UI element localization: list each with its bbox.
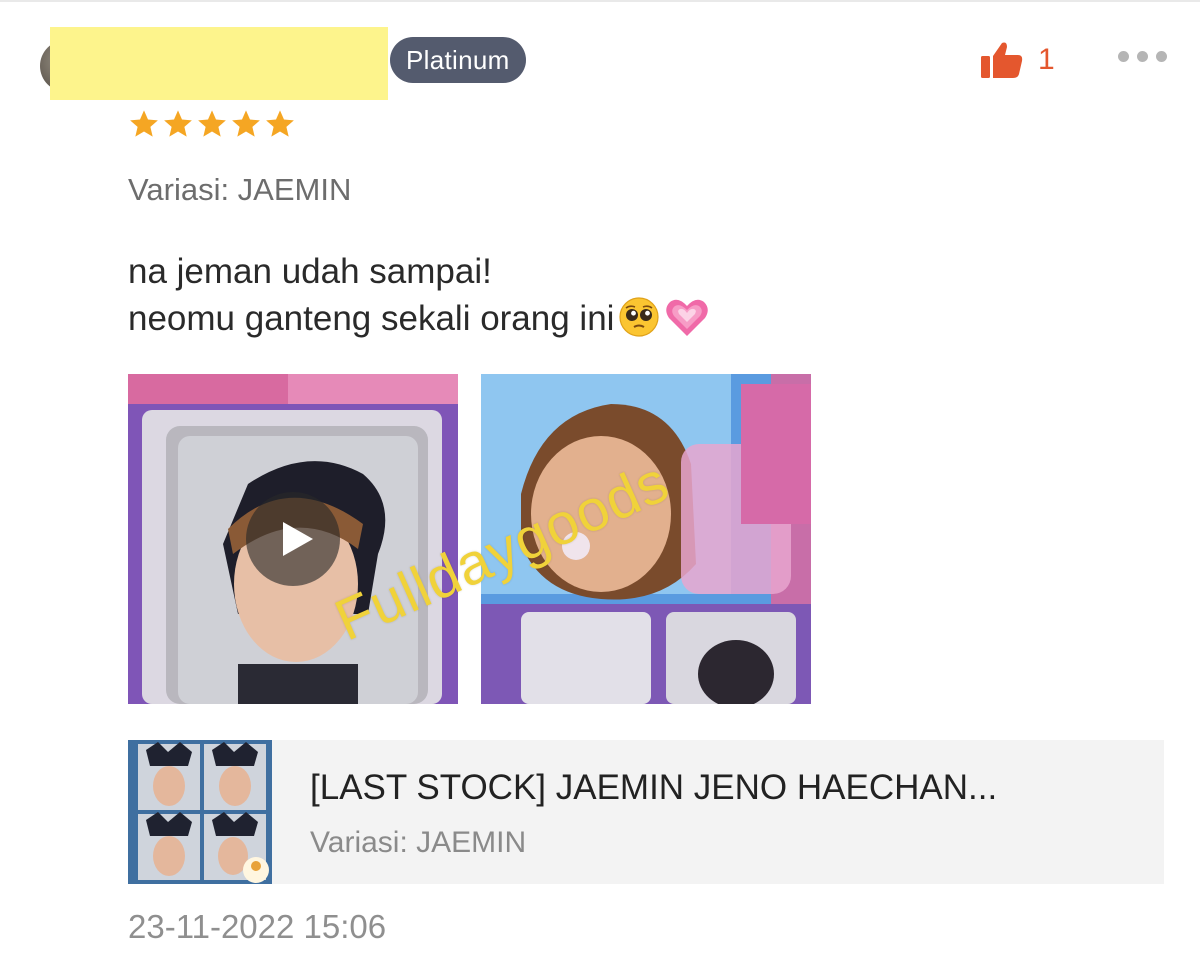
star-icon — [130, 110, 158, 137]
product-title[interactable]: [LAST STOCK] JAEMIN JENO HAECHAN... — [310, 768, 997, 808]
like-count: 1 — [1038, 43, 1055, 76]
more-icon[interactable] — [1118, 51, 1167, 62]
review-text: na jeman udah sampai! neomu ganteng seka… — [128, 248, 710, 350]
star-icon — [164, 110, 192, 137]
username-redacted — [50, 27, 388, 100]
star-icon — [266, 110, 294, 137]
product-thumbnail — [128, 740, 272, 884]
review-variant: Variasi: JAEMIN — [128, 172, 352, 207]
review-timestamp: 23-11-2022 15:06 — [128, 908, 387, 945]
top-divider — [0, 0, 1200, 2]
rating-stars — [128, 108, 296, 140]
growing-heart-emoji — [664, 296, 710, 350]
product-variant: Variasi: JAEMIN — [310, 826, 527, 859]
review-text-line: neomu ganteng sekali orang ini — [128, 295, 710, 350]
review-video-thumbnail[interactable] — [128, 374, 458, 704]
thumbs-up-icon — [981, 42, 1023, 78]
review-text-line: na jeman udah sampai! — [128, 252, 492, 291]
product-card[interactable]: [LAST STOCK] JAEMIN JENO HAECHAN... Vari… — [128, 740, 1164, 884]
pleading-face-emoji — [618, 296, 660, 350]
membership-badge: Platinum — [390, 37, 526, 83]
like-button[interactable]: 1 — [980, 38, 1055, 82]
star-icon — [198, 110, 226, 137]
play-icon[interactable] — [246, 492, 340, 586]
star-icon — [232, 110, 260, 137]
